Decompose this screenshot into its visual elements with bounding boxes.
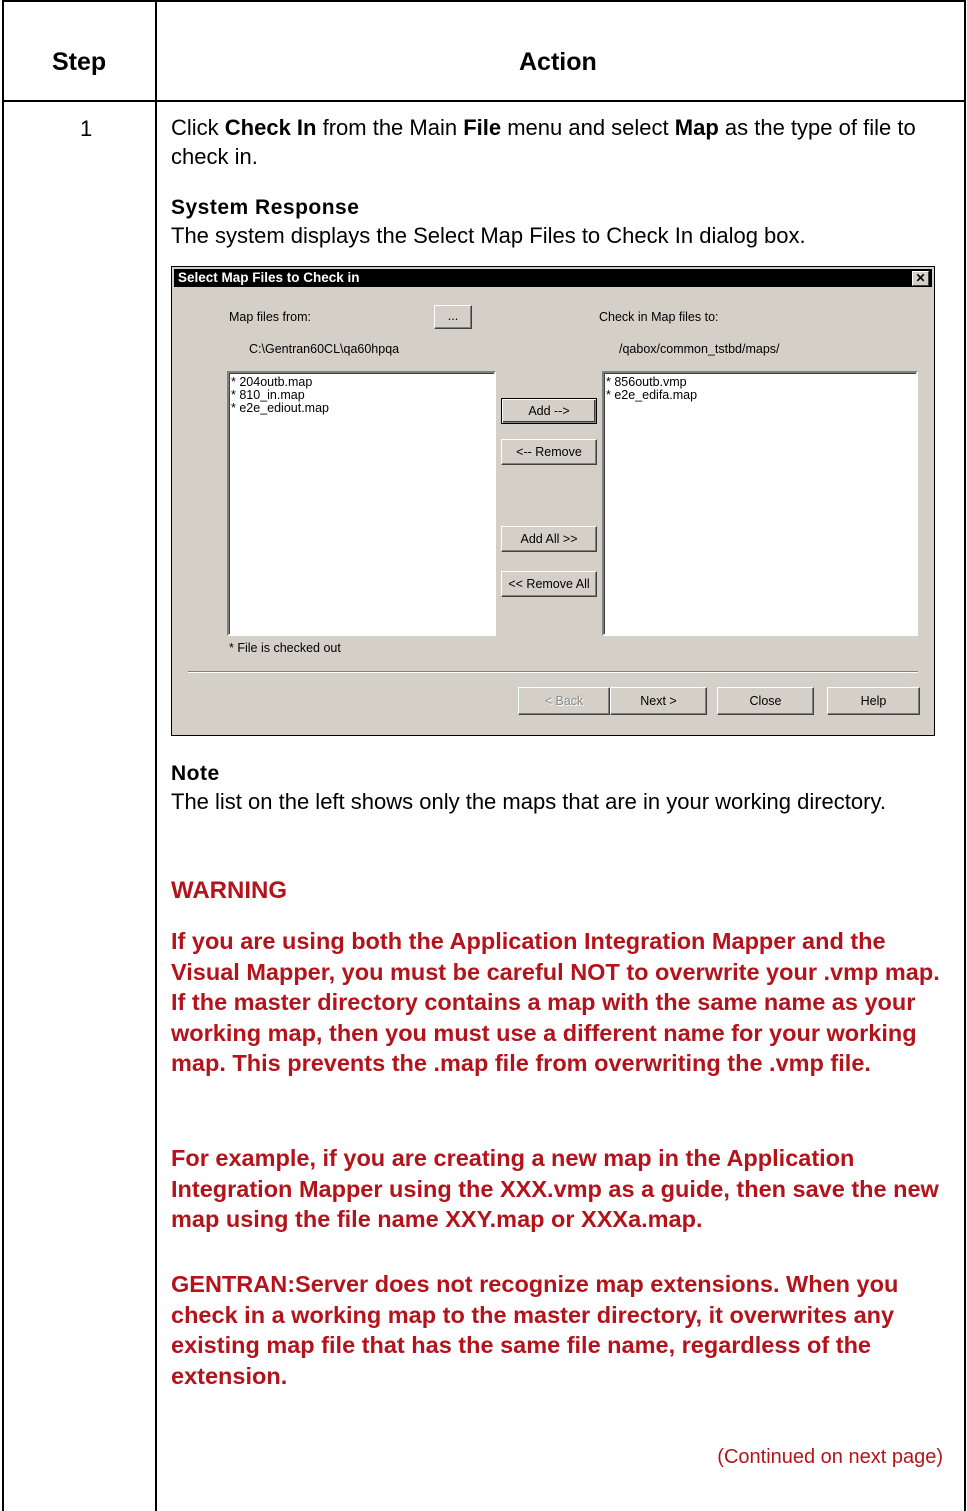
table-border-top — [2, 0, 966, 2]
help-button[interactable]: Help — [827, 687, 920, 715]
dialog-separator — [188, 671, 918, 673]
menu-check-in: Check In — [224, 115, 317, 140]
warning-heading: WARNING — [171, 877, 287, 904]
continued-note: (Continued on next page) — [717, 1446, 943, 1468]
list-item[interactable]: * e2e_edifa.map — [606, 389, 914, 402]
note-heading: Note — [171, 762, 220, 785]
menu-file: File — [463, 115, 502, 140]
system-response-text: The system displays the Select Map Files… — [171, 223, 806, 248]
add-button[interactable]: Add --> — [501, 398, 597, 424]
system-response-heading: System Response — [171, 196, 360, 219]
destination-map-list[interactable]: * 856outb.vmp * e2e_edifa.map — [602, 371, 918, 636]
step-number: 1 — [80, 116, 93, 141]
table-border-right — [964, 0, 966, 1511]
header-step: Step — [52, 48, 107, 76]
table-border-left — [2, 0, 4, 1511]
instruction: Click Check In from the Main File menu a… — [171, 115, 916, 169]
map-files-from-path: C:\Gentran60CL\qa60hpqa — [249, 342, 400, 356]
note-text: The list on the left shows only the maps… — [171, 789, 886, 814]
warning-paragraph-1: If you are using both the Application In… — [171, 928, 940, 1076]
menu-map: Map — [674, 115, 719, 140]
dialog-title: Select Map Files to Check in — [178, 270, 360, 285]
back-button[interactable]: < Back — [518, 687, 610, 715]
warning-paragraph-2: For example, if you are creating a new m… — [171, 1145, 939, 1232]
check-in-to-label: Check in Map files to: — [599, 310, 719, 324]
warning-paragraph-3: GENTRAN:Server does not recognize map ex… — [171, 1271, 899, 1389]
remove-button[interactable]: <-- Remove — [501, 439, 597, 465]
table-column-divider — [155, 0, 157, 1511]
close-icon[interactable]: ✕ — [912, 271, 929, 286]
close-button[interactable]: Close — [717, 687, 814, 715]
checked-out-footnote: * File is checked out — [229, 641, 341, 655]
header-action: Action — [519, 48, 597, 76]
select-map-files-dialog: Select Map Files to Check in ✕ Map files… — [171, 266, 935, 736]
check-in-to-path: /qabox/common_tstbd/maps/ — [619, 342, 780, 356]
source-map-list[interactable]: * 204outb.map * 810_in.map * e2e_ediout.… — [227, 371, 496, 636]
list-item[interactable]: * e2e_ediout.map — [231, 402, 492, 415]
map-files-from-label: Map files from: — [229, 310, 311, 324]
remove-all-button[interactable]: << Remove All — [501, 571, 597, 597]
table-header-divider — [2, 100, 966, 102]
dialog-title-bar: Select Map Files to Check in ✕ — [174, 269, 932, 287]
add-all-button[interactable]: Add All >> — [501, 526, 597, 552]
browse-button[interactable]: ... — [434, 305, 472, 329]
next-button[interactable]: Next > — [610, 687, 707, 715]
